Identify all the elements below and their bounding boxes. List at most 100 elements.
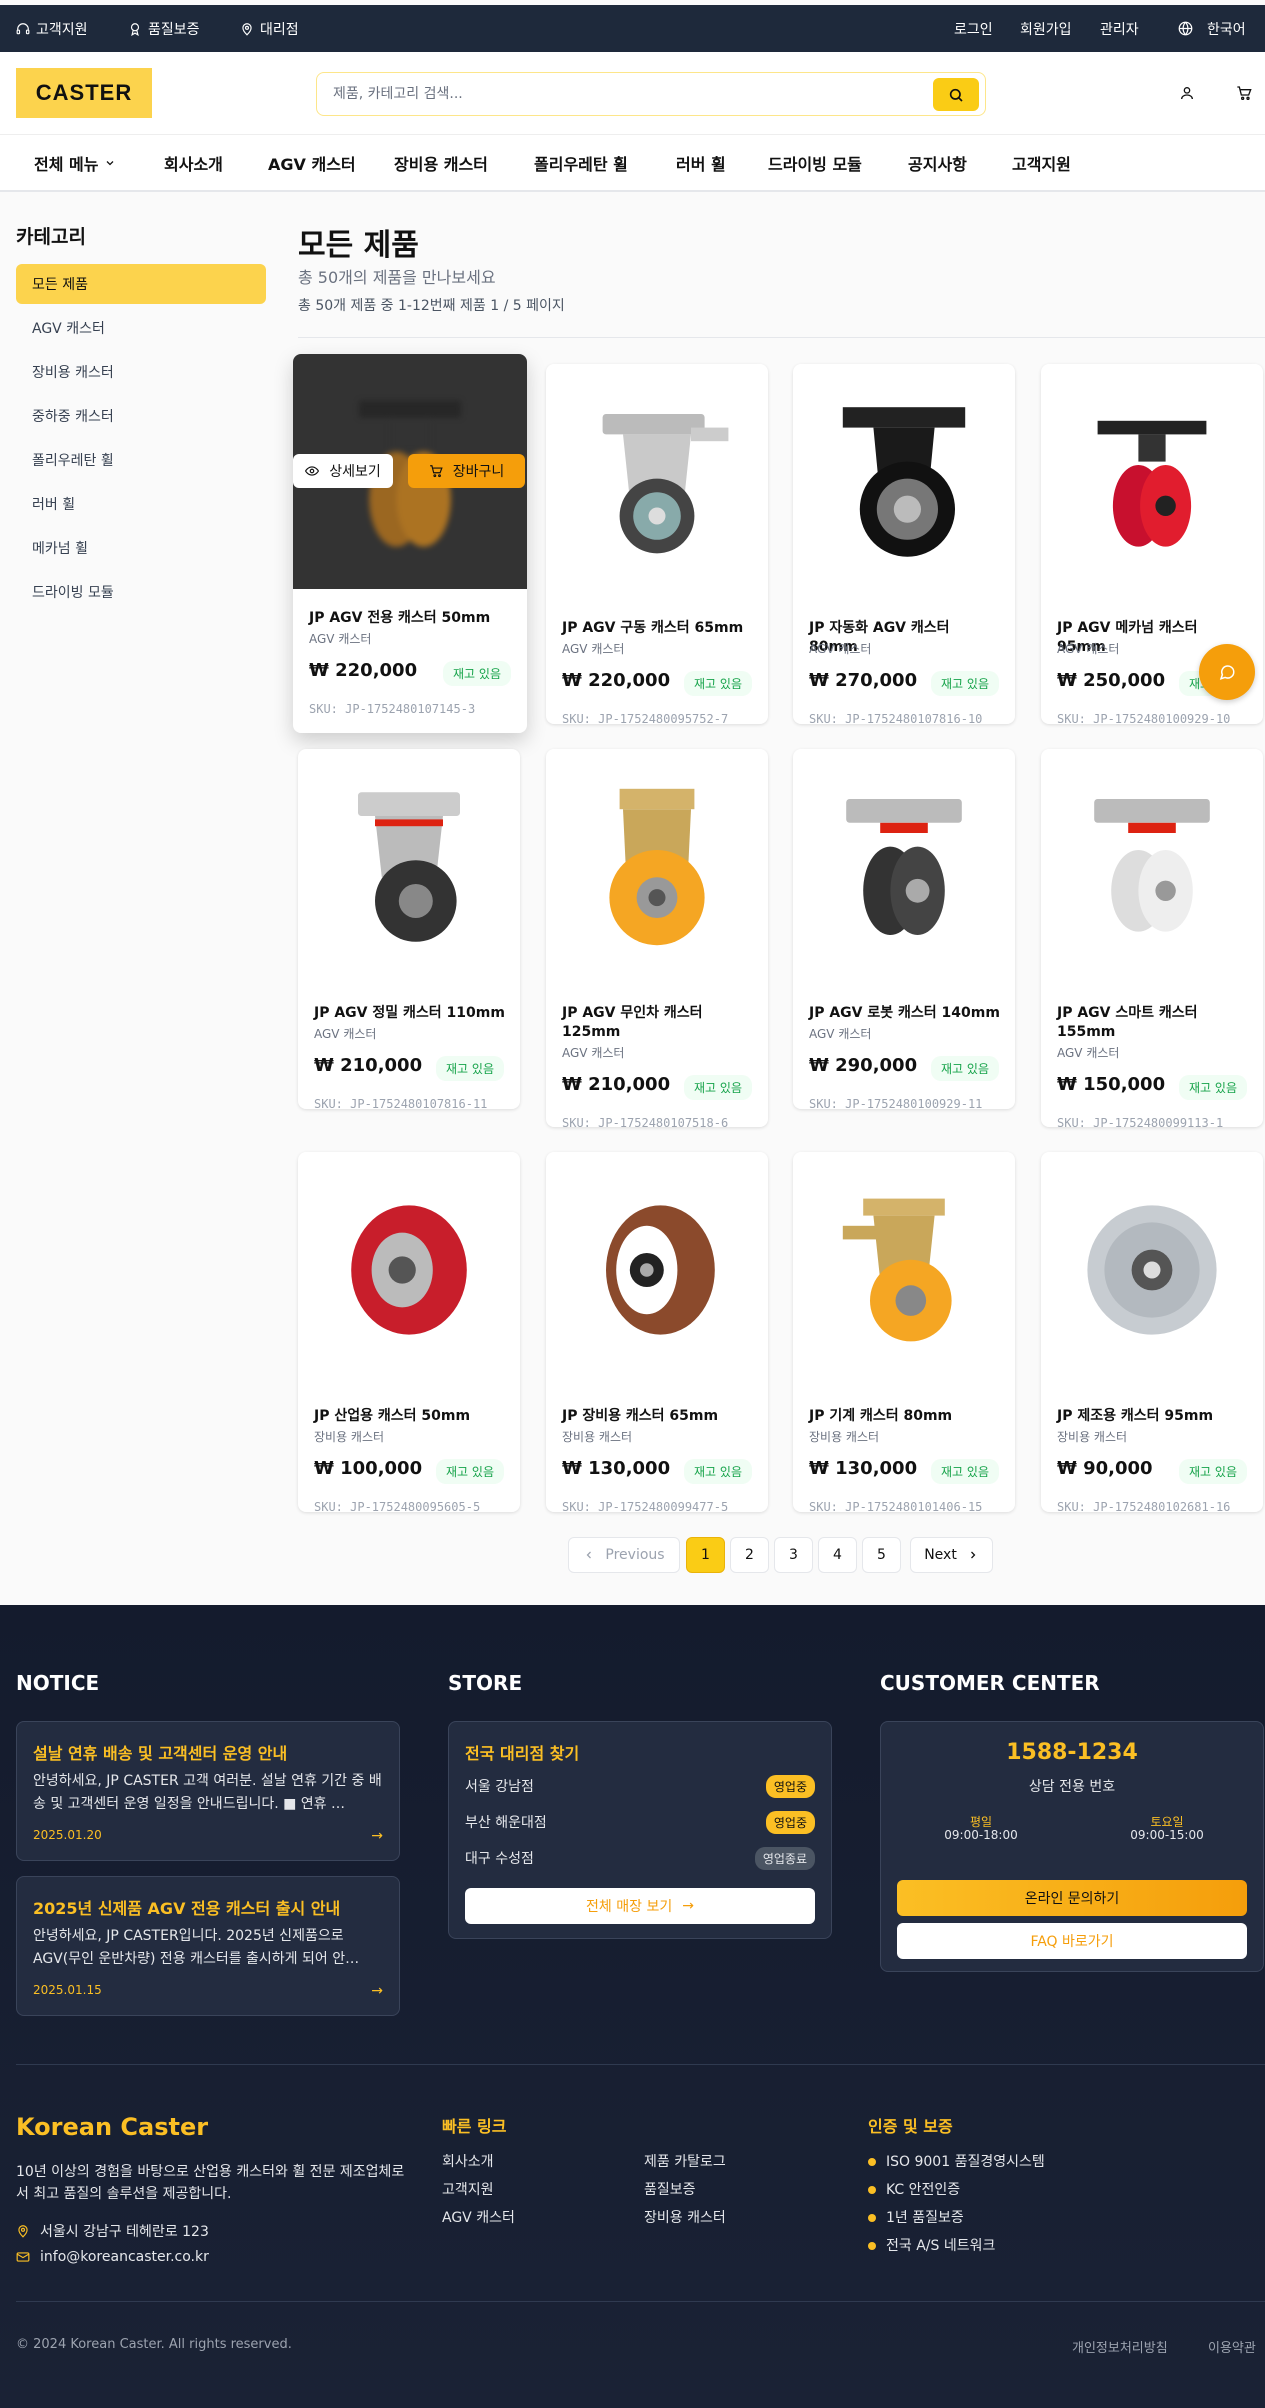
quick-link-agv[interactable]: AGV 캐스터 [442, 2207, 515, 2227]
product-image-wrap[interactable] [546, 1152, 768, 1387]
login-link[interactable]: 로그인 [954, 5, 993, 52]
faq-button[interactable]: FAQ 바로가기 [897, 1923, 1247, 1959]
language-selector[interactable]: 한국어 [1178, 5, 1246, 52]
nav-item-rubber-wheel[interactable]: 러버 휠 [676, 135, 726, 191]
product-card[interactable]: JP AGV 로봇 캐스터 140mm AGV 캐스터 ₩ 290,000 재고 있음… [793, 749, 1015, 1109]
page-button-3[interactable]: 3 [774, 1537, 813, 1573]
product-card[interactable]: JP 제조용 캐스터 95mm 장비용 캐스터 ₩ 90,000 재고 있음 SKU: … [1041, 1152, 1263, 1512]
product-card[interactable]: JP AGV 구동 캐스터 65mm AGV 캐스터 ₩ 220,000 재고 있음 S… [546, 364, 768, 724]
view-all-stores-button[interactable]: 전체 매장 보기 → [465, 1888, 815, 1924]
view-detail-button[interactable]: 상세보기 [293, 454, 393, 488]
topbar-support-link[interactable]: 고객지원 [16, 5, 88, 52]
category-item-heavy-duty[interactable]: 중하중 캐스터 [16, 396, 266, 436]
nav-item-equipment-caster[interactable]: 장비용 캐스터 [394, 135, 488, 191]
product-image-wrap[interactable]: 상세보기 장바구니 [293, 354, 527, 589]
product-name[interactable]: JP AGV 무인차 캐스터 125mm [562, 1004, 756, 1042]
store-row[interactable]: 대구 수성점 영업종료 [465, 1846, 815, 1870]
chat-button[interactable] [1199, 644, 1255, 700]
product-category: AGV 캐스터 [1057, 642, 1120, 656]
category-item-rubber[interactable]: 러버 휠 [16, 484, 266, 524]
store-row[interactable]: 서울 강남점 영업중 [465, 1774, 815, 1798]
category-item-polyurethane[interactable]: 폴리우레탄 휠 [16, 440, 266, 480]
search-input[interactable] [317, 73, 917, 115]
product-name[interactable]: JP 제조용 캐스터 95mm [1057, 1407, 1251, 1426]
signup-link[interactable]: 회원가입 [1020, 5, 1072, 52]
product-card[interactable]: JP AGV 스마트 캐스터 155mm AGV 캐스터 ₩ 150,000 재고 있… [1041, 749, 1263, 1127]
category-item-driving-module[interactable]: 드라이빙 모듈 [16, 572, 266, 612]
quick-link-equipment[interactable]: 장비용 캐스터 [644, 2207, 726, 2227]
product-image-wrap[interactable] [793, 364, 1015, 599]
topbar-quality-link[interactable]: 품질보증 [128, 5, 200, 52]
category-item-all[interactable]: 모든 제품 [16, 264, 266, 304]
nav-item-notice[interactable]: 공지사항 [908, 135, 967, 191]
privacy-policy-link[interactable]: 개인정보처리방침 [1072, 2337, 1168, 2356]
next-page-button[interactable]: Next [910, 1537, 993, 1573]
product-card[interactable]: 상세보기 장바구니 JP AGV 전용 캐스터 50mm AGV 캐스터 ₩ 220,0… [293, 354, 527, 733]
quick-link-company[interactable]: 회사소개 [442, 2151, 494, 2171]
product-name[interactable]: JP AGV 전용 캐스터 50mm [309, 609, 515, 628]
category-item-mecanum[interactable]: 메카넘 휠 [16, 528, 266, 568]
all-menu-dropdown[interactable]: 전체 메뉴 [34, 135, 116, 191]
page-button-1[interactable]: 1 [686, 1537, 725, 1573]
user-account-button[interactable] [1176, 82, 1198, 104]
nav-item-agv-caster[interactable]: AGV 캐스터 [268, 135, 356, 191]
product-name[interactable]: JP AGV 로봇 캐스터 140mm [809, 1004, 1003, 1023]
product-category: AGV 캐스터 [809, 1027, 872, 1041]
notice-desc: 안녕하세요, JP CASTER 고객 여러분. 설날 연휴 기간 중 배송 및… [33, 1773, 382, 1812]
page-button-2[interactable]: 2 [730, 1537, 769, 1573]
product-card[interactable]: JP 장비용 캐스터 65mm 장비용 캐스터 ₩ 130,000 재고 있음 SKU:… [546, 1152, 768, 1512]
cert-item: KC 안전인증 [868, 2179, 960, 2199]
cart-button[interactable] [1233, 82, 1255, 104]
quick-link-quality[interactable]: 품질보증 [644, 2179, 696, 2199]
online-inquiry-button[interactable]: 온라인 문의하기 [897, 1880, 1247, 1916]
support-phone[interactable]: 1588-1234 [881, 1740, 1263, 1765]
footer-email[interactable]: info@koreancaster.co.kr [16, 2249, 209, 2265]
product-card[interactable]: JP AGV 정밀 캐스터 110mm AGV 캐스터 ₩ 210,000 재고 있음… [298, 749, 520, 1109]
category-item-equipment[interactable]: 장비용 캐스터 [16, 352, 266, 392]
product-name[interactable]: JP 장비용 캐스터 65mm [562, 1407, 756, 1426]
nav-item-company[interactable]: 회사소개 [164, 135, 223, 191]
product-image-wrap[interactable] [298, 1152, 520, 1387]
product-name[interactable]: JP 산업용 캐스터 50mm [314, 1407, 508, 1426]
notice-card[interactable]: 2025년 신제품 AGV 전용 캐스터 출시 안내 안녕하세요, JP CAS… [16, 1876, 400, 2016]
page-button-5[interactable]: 5 [862, 1537, 901, 1573]
site-logo[interactable]: CASTER [16, 68, 152, 118]
product-card[interactable]: JP 기계 캐스터 80mm 장비용 캐스터 ₩ 130,000 재고 있음 SKU: … [793, 1152, 1015, 1512]
product-name[interactable]: JP AGV 구동 캐스터 65mm [562, 619, 756, 638]
product-price: ₩ 100,000 [314, 1458, 423, 1479]
product-image-wrap[interactable] [546, 749, 768, 984]
product-image-wrap[interactable] [793, 1152, 1015, 1387]
product-card[interactable]: JP AGV 무인차 캐스터 125mm AGV 캐스터 ₩ 210,000 재고 있… [546, 749, 768, 1127]
category-item-agv[interactable]: AGV 캐스터 [16, 308, 266, 348]
product-card[interactable]: JP 산업용 캐스터 50mm 장비용 캐스터 ₩ 100,000 재고 있음 SKU:… [298, 1152, 520, 1512]
product-image-wrap[interactable] [298, 749, 520, 984]
product-image-wrap[interactable] [1041, 1152, 1263, 1387]
globe-icon [1178, 21, 1193, 36]
nav-item-support[interactable]: 고객지원 [1012, 135, 1071, 191]
product-image-wrap[interactable] [546, 364, 768, 599]
product-name[interactable]: JP AGV 정밀 캐스터 110mm [314, 1004, 508, 1023]
nav-item-polyurethane-wheel[interactable]: 폴리우레탄 휠 [534, 135, 628, 191]
product-price: ₩ 270,000 [809, 670, 918, 691]
product-name[interactable]: JP 기계 캐스터 80mm [809, 1407, 1003, 1426]
page-button-4[interactable]: 4 [818, 1537, 857, 1573]
quick-link-support[interactable]: 고객지원 [442, 2179, 494, 2199]
store-row[interactable]: 부산 해운대점 영업중 [465, 1810, 815, 1834]
product-image-wrap[interactable] [1041, 364, 1263, 599]
product-image-wrap[interactable] [1041, 749, 1263, 984]
topbar-dealer-link[interactable]: 대리점 [240, 5, 299, 52]
notice-desc: 안녕하세요, JP CASTER입니다. 2025년 신제품으로 AGV(무인 … [33, 1928, 360, 1967]
store-status-badge: 영업종료 [754, 1846, 815, 1870]
admin-link[interactable]: 관리자 [1100, 5, 1139, 52]
product-card[interactable]: JP 자동화 AGV 캐스터 80mm AGV 캐스터 ₩ 270,000 재고 있음… [793, 364, 1015, 724]
quick-link-catalog[interactable]: 제품 카탈로그 [644, 2151, 726, 2171]
product-image-wrap[interactable] [793, 749, 1015, 984]
terms-link[interactable]: 이용약관 [1208, 2337, 1256, 2356]
all-menu-label: 전체 메뉴 [34, 155, 99, 174]
previous-page-button[interactable]: Previous [568, 1537, 680, 1573]
notice-card[interactable]: 설날 연휴 배송 및 고객센터 운영 안내 안녕하세요, JP CASTER 고… [16, 1721, 400, 1861]
search-button[interactable] [933, 78, 979, 111]
add-to-cart-button[interactable]: 장바구니 [408, 454, 525, 488]
product-name[interactable]: JP AGV 스마트 캐스터 155mm [1057, 1004, 1251, 1042]
nav-item-driving-module[interactable]: 드라이빙 모듈 [768, 135, 862, 191]
